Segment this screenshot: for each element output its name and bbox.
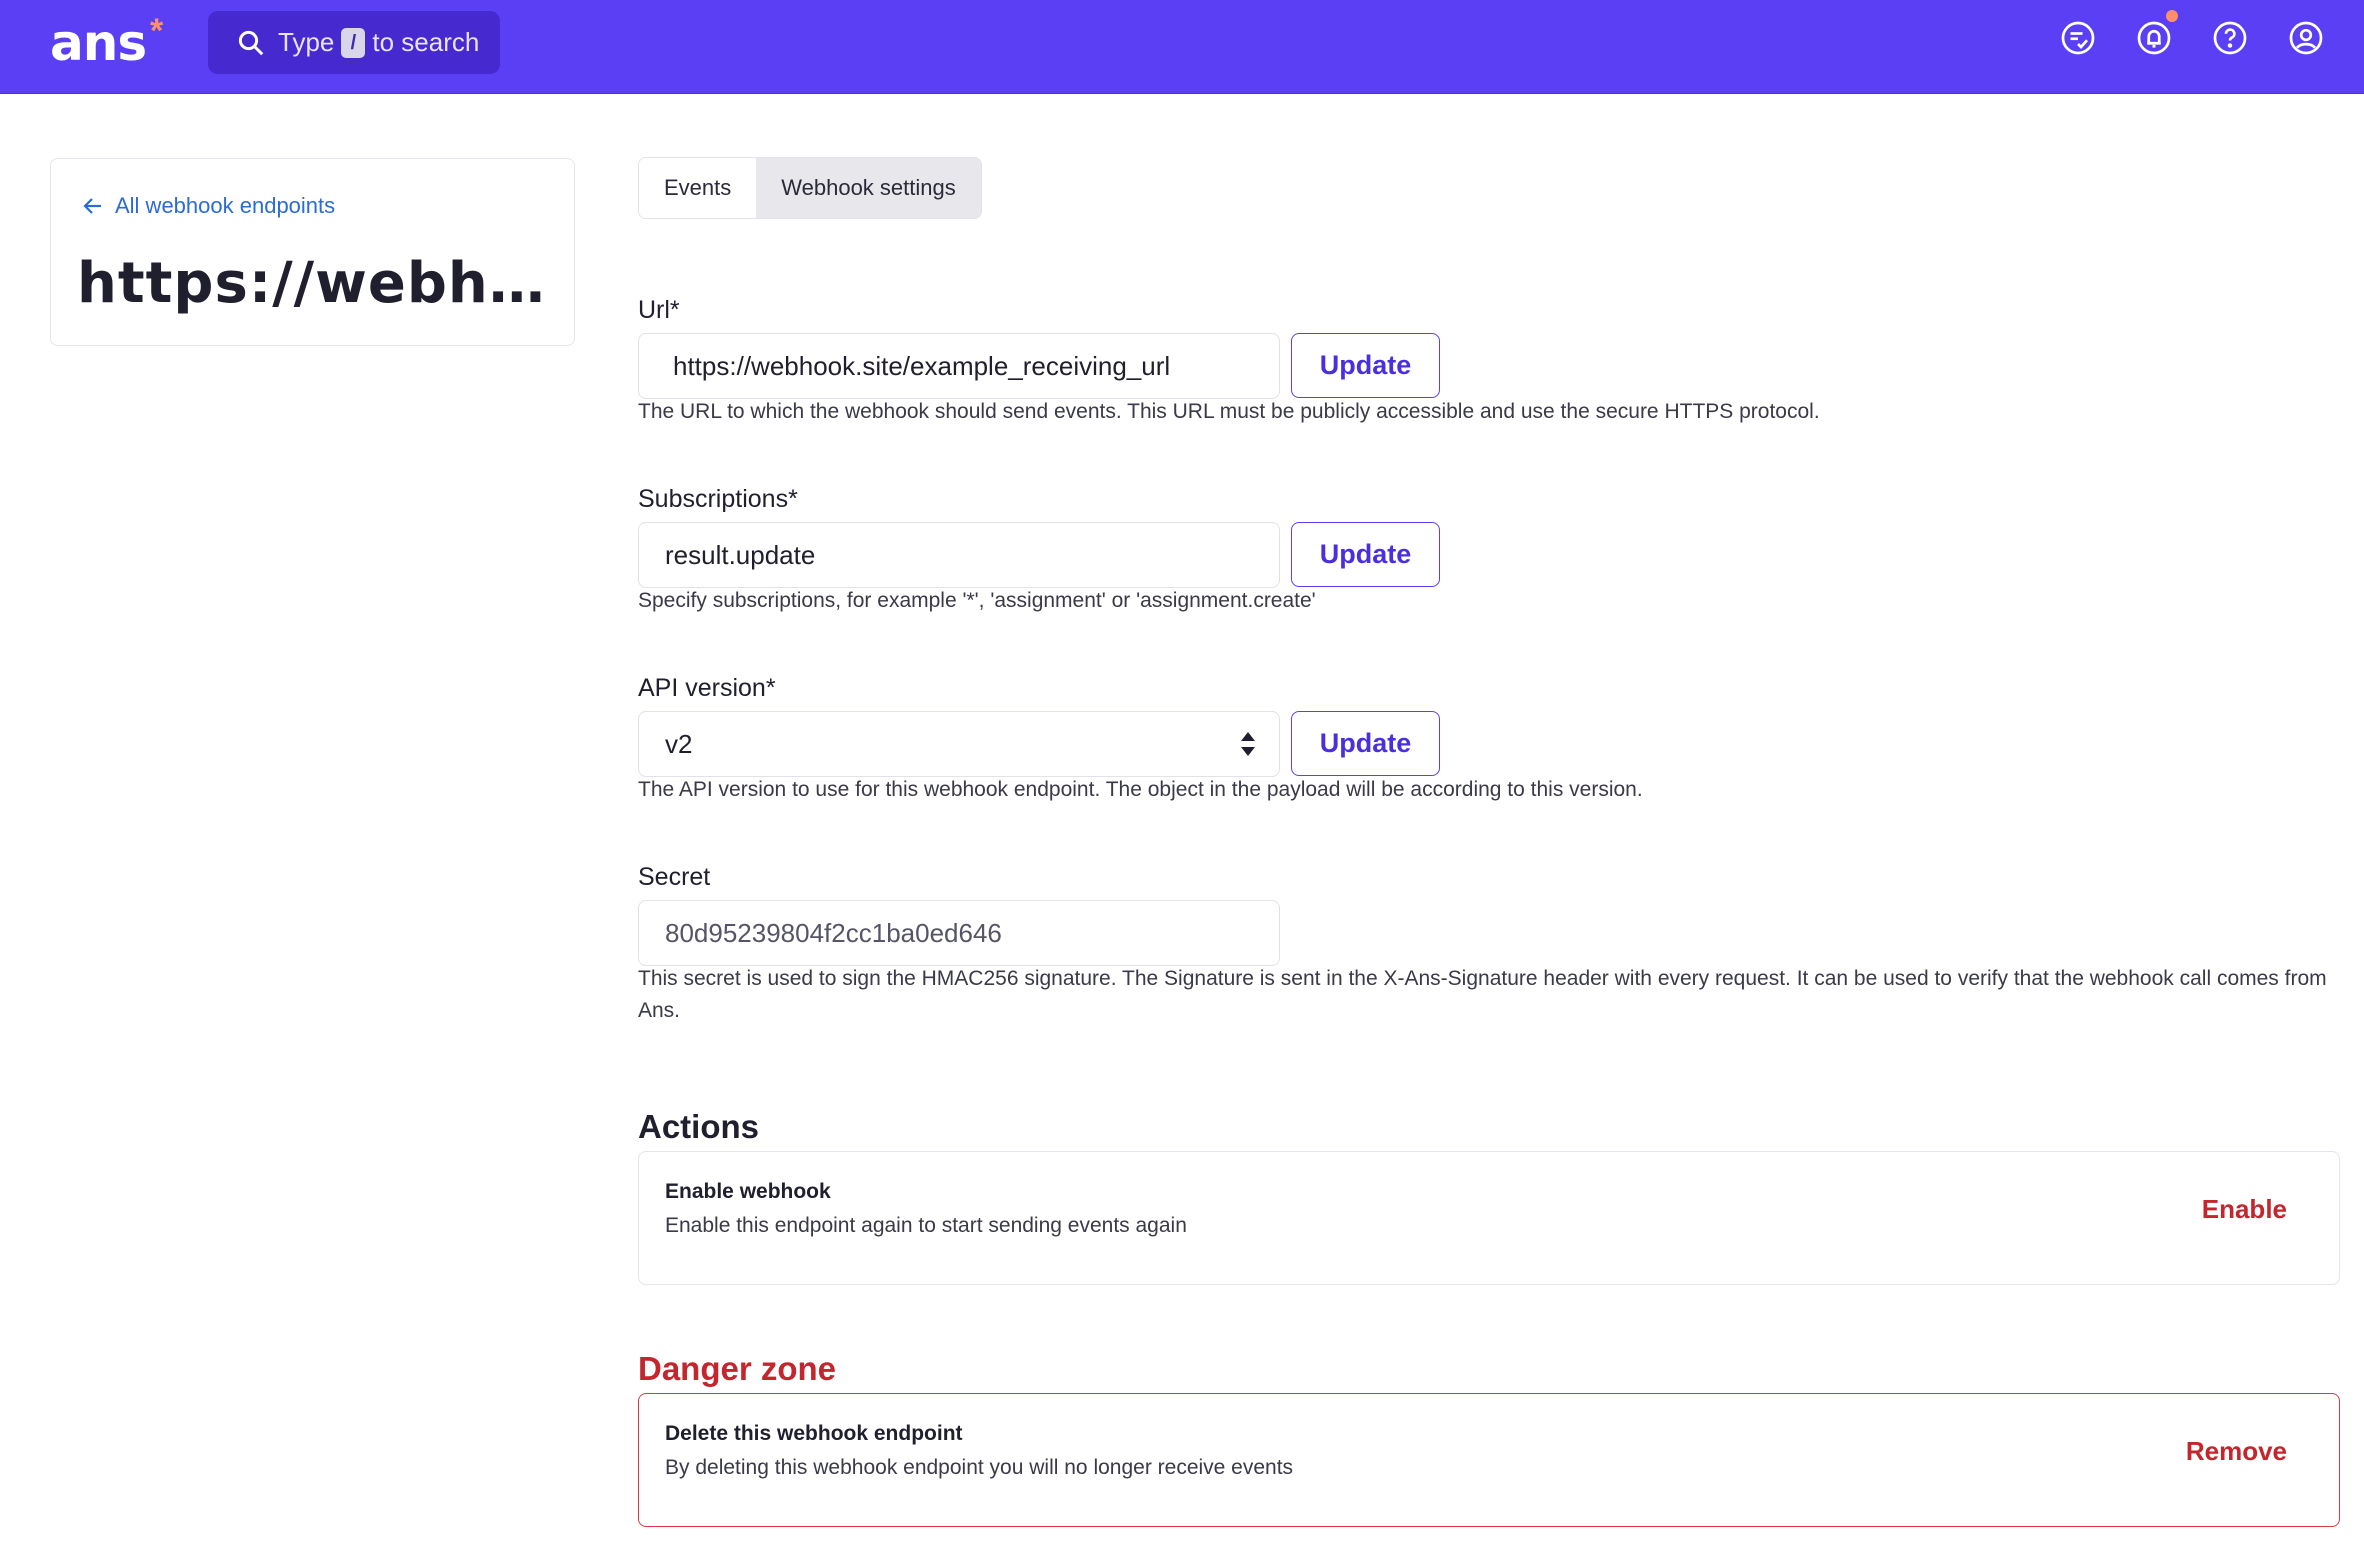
actions-heading: Actions xyxy=(638,1108,760,1145)
search-prefix: Type xyxy=(278,27,335,57)
url-input[interactable]: https://webhook.site/example_receiving_u… xyxy=(638,333,1280,399)
help-icon[interactable] xyxy=(2212,20,2248,60)
notification-dot xyxy=(2166,10,2178,22)
endpoint-title: https://webhook.site/example_receiving_u… xyxy=(77,251,557,316)
url-label: Url* xyxy=(638,296,680,324)
review-list-icon[interactable] xyxy=(2060,20,2096,60)
enable-webhook-card: Enable webhook Enable this endpoint agai… xyxy=(638,1151,2340,1285)
enable-button[interactable]: Enable xyxy=(2202,1194,2287,1225)
arrow-left-icon xyxy=(83,198,101,214)
search-bar[interactable]: Type / to search xyxy=(208,11,500,74)
search-suffix: to search xyxy=(372,27,480,57)
tab-events[interactable]: Events xyxy=(639,158,757,218)
subscriptions-help-text: Specify subscriptions, for example '*', … xyxy=(638,589,1316,612)
api-version-help-text: The API version to use for this webhook … xyxy=(638,778,1643,801)
delete-endpoint-card: Delete this webhook endpoint By deleting… xyxy=(638,1393,2340,1527)
subscriptions-label: Subscriptions* xyxy=(638,485,798,513)
select-arrows-icon xyxy=(1241,732,1255,756)
url-help-text: The URL to which the webhook should send… xyxy=(638,400,1820,423)
enable-webhook-description: Enable this endpoint again to start send… xyxy=(665,1214,1187,1237)
logo-asterisk: * xyxy=(150,12,164,50)
logo[interactable]: ans xyxy=(50,14,147,72)
api-version-select[interactable]: v2 xyxy=(638,711,1280,777)
enable-webhook-title: Enable webhook xyxy=(665,1180,831,1203)
bell-icon[interactable] xyxy=(2136,10,2178,60)
danger-zone-heading: Danger zone xyxy=(638,1350,837,1387)
top-bar: ans * Type / to search xyxy=(0,0,2364,94)
account-icon[interactable] xyxy=(2288,20,2324,60)
search-icon xyxy=(238,30,264,55)
delete-endpoint-description: By deleting this webhook endpoint you wi… xyxy=(665,1456,1294,1479)
delete-endpoint-title: Delete this webhook endpoint xyxy=(665,1422,963,1445)
secret-help-text: This secret is used to sign the HMAC256 … xyxy=(638,967,2327,1022)
back-to-endpoints-link[interactable]: All webhook endpoints xyxy=(81,193,335,219)
secret-label: Secret xyxy=(638,863,711,891)
back-link-label: All webhook endpoints xyxy=(115,193,336,218)
secret-field[interactable]: 80d95239804f2cc1ba0ed646 xyxy=(638,900,1280,966)
tab-webhook-settings[interactable]: Webhook settings xyxy=(756,158,981,218)
update-url-button[interactable]: Update xyxy=(1291,333,1440,398)
search-shortcut-key: / xyxy=(341,27,366,58)
remove-button[interactable]: Remove xyxy=(2186,1436,2287,1467)
endpoint-summary-card: All webhook endpoints https://webhook.si… xyxy=(50,158,575,346)
update-api-version-button[interactable]: Update xyxy=(1291,711,1440,776)
update-subscriptions-button[interactable]: Update xyxy=(1291,522,1440,587)
api-version-value: v2 xyxy=(665,729,693,759)
api-version-label: API version* xyxy=(638,674,776,702)
tab-bar: Events Webhook settings xyxy=(638,157,982,219)
top-icons xyxy=(2060,10,2324,60)
subscriptions-input[interactable]: result.update xyxy=(638,522,1280,588)
